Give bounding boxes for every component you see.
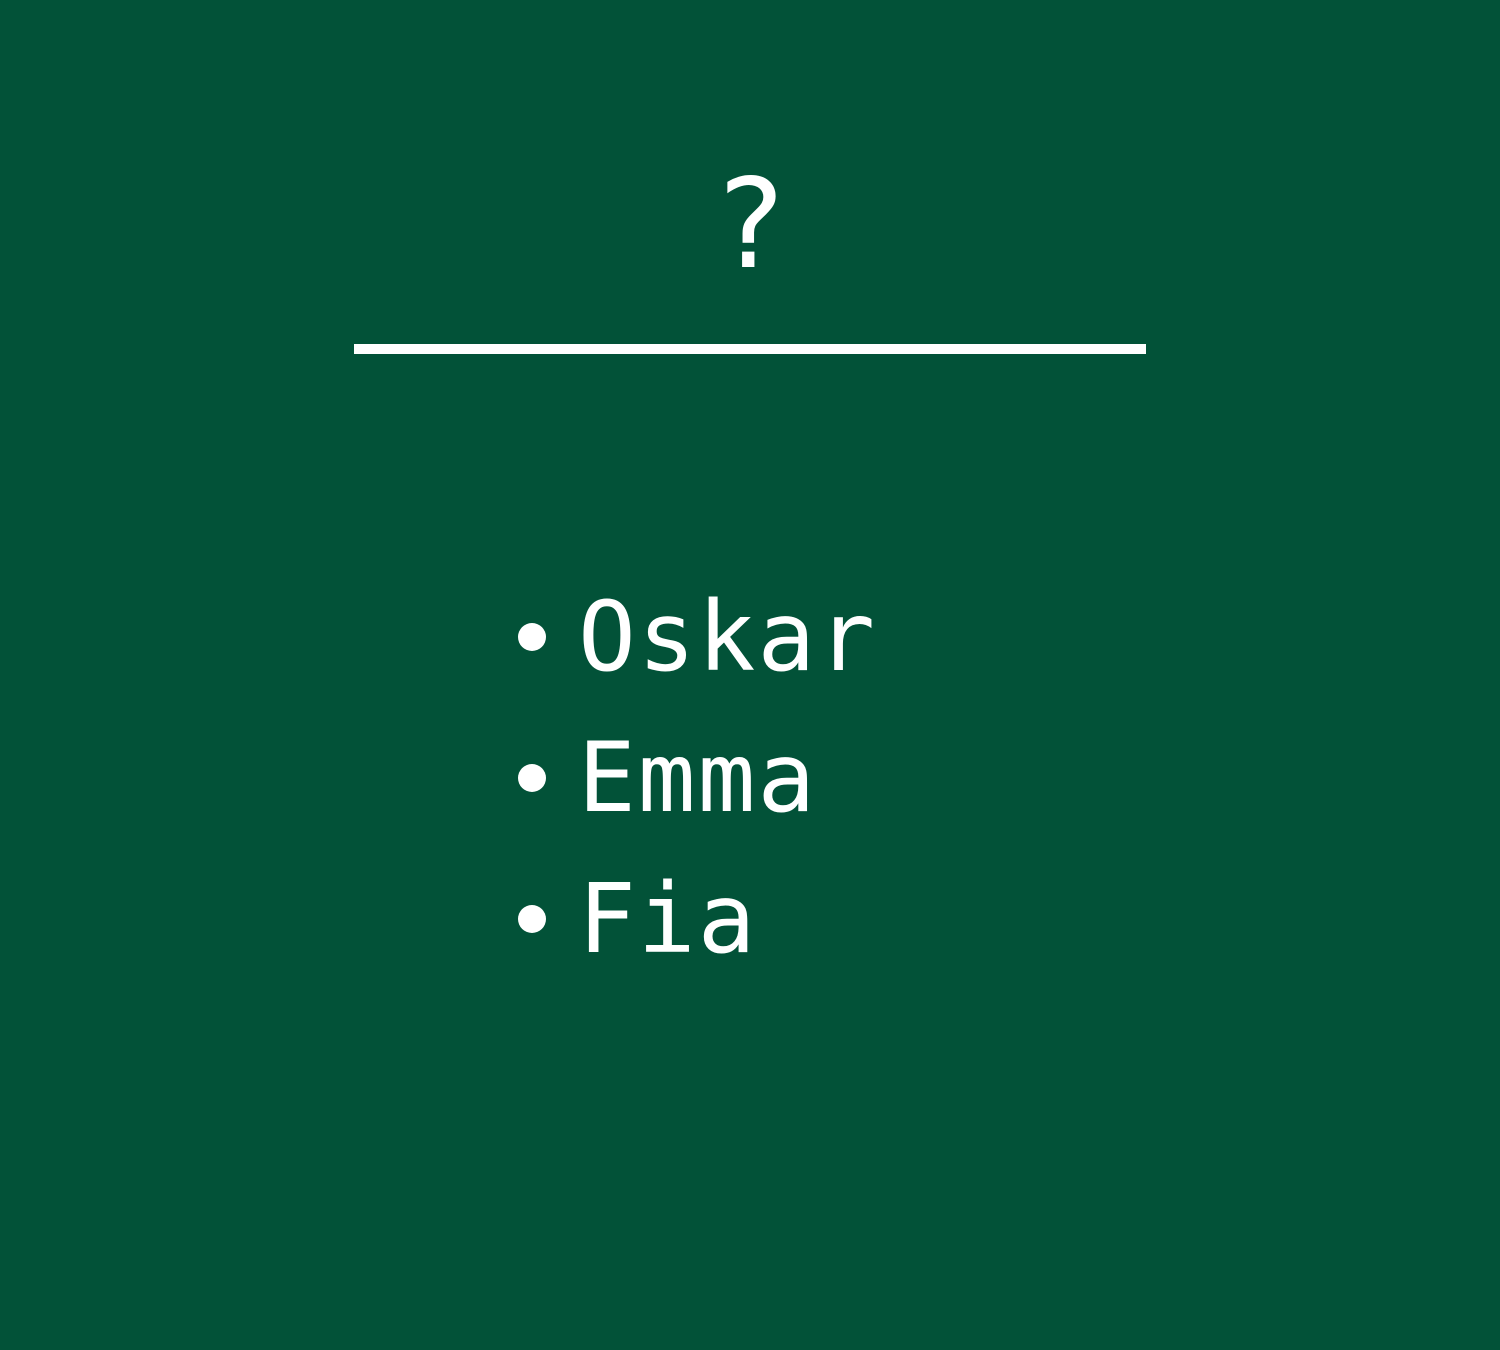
- list-item-label: Emma: [578, 722, 818, 834]
- list-item: Fia: [0, 849, 1500, 990]
- list-item: Oskar: [0, 567, 1500, 708]
- page: ? Oskar Emma Fia: [0, 0, 1500, 1350]
- bullet-icon: [518, 905, 546, 933]
- list-item-label: Fia: [578, 863, 758, 975]
- question-heading: ?: [712, 153, 788, 297]
- list-item: Emma: [0, 708, 1500, 849]
- bullet-icon: [518, 623, 546, 651]
- divider-line: [354, 344, 1146, 354]
- name-list: Oskar Emma Fia: [0, 567, 1500, 990]
- list-item-label: Oskar: [578, 581, 877, 693]
- bullet-icon: [518, 764, 546, 792]
